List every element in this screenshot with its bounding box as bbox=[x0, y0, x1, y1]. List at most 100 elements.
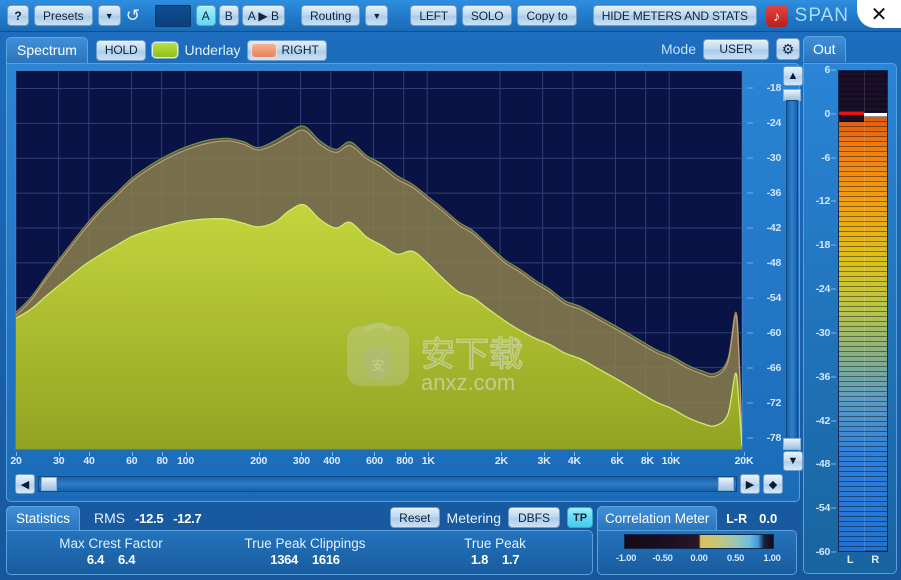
db-tick-mark bbox=[747, 157, 753, 159]
hscroll-thumb-right[interactable] bbox=[718, 477, 734, 491]
reset-button[interactable]: Reset bbox=[390, 507, 440, 528]
rms-readout: RMS -12.5 -12.7 bbox=[94, 510, 202, 526]
metering-controls: Reset Metering DBFS TP bbox=[390, 507, 593, 528]
output-meter-scale: 6 0 -6 -12 -18 -24 -30 -36 -42 -48 -54 -60 bbox=[806, 64, 836, 558]
correlation-tick-label: 1.00 bbox=[763, 553, 781, 564]
freq-tick-label: 1K bbox=[421, 455, 435, 467]
span-plugin-window: ? Presets ▼ ↺ A B A ▶ B Routing ▼ LEFT S… bbox=[0, 0, 901, 580]
output-meter-body: 6 0 -6 -12 -18 -24 -30 -36 -42 -48 -54 -60 L R bbox=[803, 63, 897, 574]
db-tick-mark bbox=[747, 122, 753, 124]
rms-label: RMS bbox=[94, 510, 126, 526]
out-meter-tick-mark bbox=[831, 244, 836, 246]
spectrum-svg bbox=[16, 71, 742, 449]
slot-a-button[interactable]: A bbox=[195, 5, 216, 26]
out-meter-tick-label: -6 bbox=[821, 151, 830, 164]
freq-tick-label: 3K bbox=[537, 455, 551, 467]
presets-button[interactable]: Presets bbox=[34, 5, 93, 26]
stat-value-right: 6.4 bbox=[118, 552, 136, 567]
help-button[interactable]: ? bbox=[7, 5, 29, 26]
slot-b-button[interactable]: B bbox=[218, 5, 239, 26]
statistics-panel: Statistics RMS -12.5 -12.7 Reset Meterin… bbox=[6, 505, 593, 575]
presets-dropdown-arrow-icon[interactable]: ▼ bbox=[97, 5, 121, 26]
spectrum-panel: Spectrum HOLD Underlay RIGHT Mode USER ⚙ bbox=[6, 36, 803, 502]
statistics-header: Statistics RMS -12.5 -12.7 Reset Meterin… bbox=[6, 505, 593, 531]
freq-tick-label: 8K bbox=[640, 455, 654, 467]
reset-zoom-diamond-icon[interactable]: ◆ bbox=[763, 474, 783, 494]
preset-name-slot[interactable] bbox=[154, 4, 191, 27]
scroll-left-icon[interactable]: ◀ bbox=[15, 474, 35, 494]
tab-statistics[interactable]: Statistics bbox=[6, 505, 81, 531]
app-title: SPAN bbox=[794, 4, 849, 26]
scroll-up-icon[interactable]: ▲ bbox=[783, 66, 803, 86]
out-meter-tick-label: -30 bbox=[815, 326, 831, 339]
ab-compare-group: A B A ▶ B bbox=[195, 5, 285, 26]
out-meter-tick-mark bbox=[831, 157, 836, 159]
stat-values: 1.8 1.7 bbox=[405, 552, 585, 567]
dbfs-select[interactable]: DBFS bbox=[508, 507, 560, 528]
db-tick-label: -54 bbox=[766, 292, 782, 304]
stat-values: 6.4 6.4 bbox=[17, 552, 205, 567]
stat-title: True Peak bbox=[464, 536, 526, 551]
spectrum-color-swatch[interactable] bbox=[152, 42, 179, 58]
routing-dropdown-arrow-icon[interactable]: ▼ bbox=[365, 5, 389, 26]
rms-value-right: -12.7 bbox=[173, 511, 202, 526]
mode-controls: Mode USER ⚙ bbox=[661, 38, 800, 60]
out-meter-tick-mark bbox=[831, 376, 836, 378]
db-tick-label: -72 bbox=[766, 397, 782, 410]
tab-correlation-meter[interactable]: Correlation Meter bbox=[597, 505, 718, 531]
db-tick-mark bbox=[747, 87, 753, 89]
stat-title: Max Crest Factor bbox=[59, 536, 163, 551]
db-tick-mark bbox=[747, 297, 753, 299]
vertical-scroll-column: ▲ ▼ bbox=[783, 66, 803, 471]
out-meter-tick-label: -54 bbox=[815, 502, 831, 515]
spectrum-plot[interactable] bbox=[15, 70, 743, 450]
refresh-icon[interactable]: ↺ bbox=[126, 6, 150, 26]
hold-button[interactable]: HOLD bbox=[95, 39, 147, 61]
left-channel-button[interactable]: LEFT bbox=[410, 5, 457, 26]
statistics-body: Max Crest Factor 6.4 6.4 True Peak Clipp… bbox=[6, 530, 593, 575]
db-tick-label: -66 bbox=[766, 362, 782, 375]
out-meter-tick-mark bbox=[831, 507, 836, 509]
gear-icon[interactable]: ⚙ bbox=[776, 38, 800, 60]
horizontal-scroll-row: ◀ ▶ ◆ bbox=[15, 473, 783, 495]
correlation-tick-label: -0.50 bbox=[652, 553, 673, 564]
freq-tick-label: 2K bbox=[494, 455, 508, 467]
close-icon[interactable]: ✕ bbox=[857, 0, 901, 28]
true-peak-toggle[interactable]: TP bbox=[567, 507, 593, 528]
out-meter-tick-mark bbox=[831, 200, 836, 202]
hide-meters-and-stats-button[interactable]: HIDE METERS AND STATS bbox=[592, 5, 757, 26]
metering-label: Metering bbox=[446, 509, 501, 526]
solo-button[interactable]: SOLO bbox=[461, 5, 513, 26]
vscroll-thumb-bottom[interactable] bbox=[783, 438, 801, 450]
scroll-right-icon[interactable]: ▶ bbox=[740, 474, 760, 494]
output-meter-panel: Out 6 0 -6 -12 -18 -24 -30 -36 -42 -48 -54 -60 L R bbox=[803, 36, 897, 574]
freq-tick-label: 600 bbox=[365, 455, 383, 467]
freq-tick-label: 200 bbox=[250, 455, 268, 467]
tab-spectrum[interactable]: Spectrum bbox=[6, 37, 88, 63]
db-tick-mark bbox=[747, 402, 753, 404]
scroll-down-icon[interactable]: ▼ bbox=[783, 451, 803, 471]
out-meter-tick-label: -60 bbox=[815, 546, 831, 558]
out-meter-tick-label: -36 bbox=[815, 370, 831, 383]
hscroll-thumb-left[interactable] bbox=[41, 477, 57, 491]
horizontal-scrollbar[interactable] bbox=[38, 476, 737, 492]
mode-select[interactable]: USER bbox=[703, 38, 769, 60]
underlay-right-button[interactable]: RIGHT bbox=[246, 39, 327, 61]
routing-button[interactable]: Routing bbox=[300, 5, 361, 26]
out-meter-tick-mark bbox=[831, 332, 836, 334]
db-tick-label: -78 bbox=[766, 432, 782, 445]
tab-out[interactable]: Out bbox=[803, 36, 846, 62]
correlation-header: Correlation Meter L-R 0.0 bbox=[597, 505, 797, 531]
out-meter-tick-label: 0 bbox=[824, 107, 830, 120]
db-tick-mark bbox=[747, 262, 753, 264]
freq-tick-label: 60 bbox=[126, 455, 138, 467]
db-tick-label: -36 bbox=[766, 186, 782, 199]
spectrum-header-controls: HOLD Underlay RIGHT bbox=[95, 39, 327, 61]
vertical-scrollbar[interactable] bbox=[786, 100, 798, 440]
copy-a-to-b-button[interactable]: A ▶ B bbox=[241, 5, 285, 26]
out-meter-tick-label: 6 bbox=[824, 64, 830, 76]
stat-max-crest-factor: Max Crest Factor 6.4 6.4 bbox=[17, 536, 205, 567]
freq-tick-label: 30 bbox=[53, 455, 65, 467]
freq-tick-label: 20 bbox=[10, 455, 22, 467]
copy-to-button[interactable]: Copy to bbox=[517, 5, 577, 26]
